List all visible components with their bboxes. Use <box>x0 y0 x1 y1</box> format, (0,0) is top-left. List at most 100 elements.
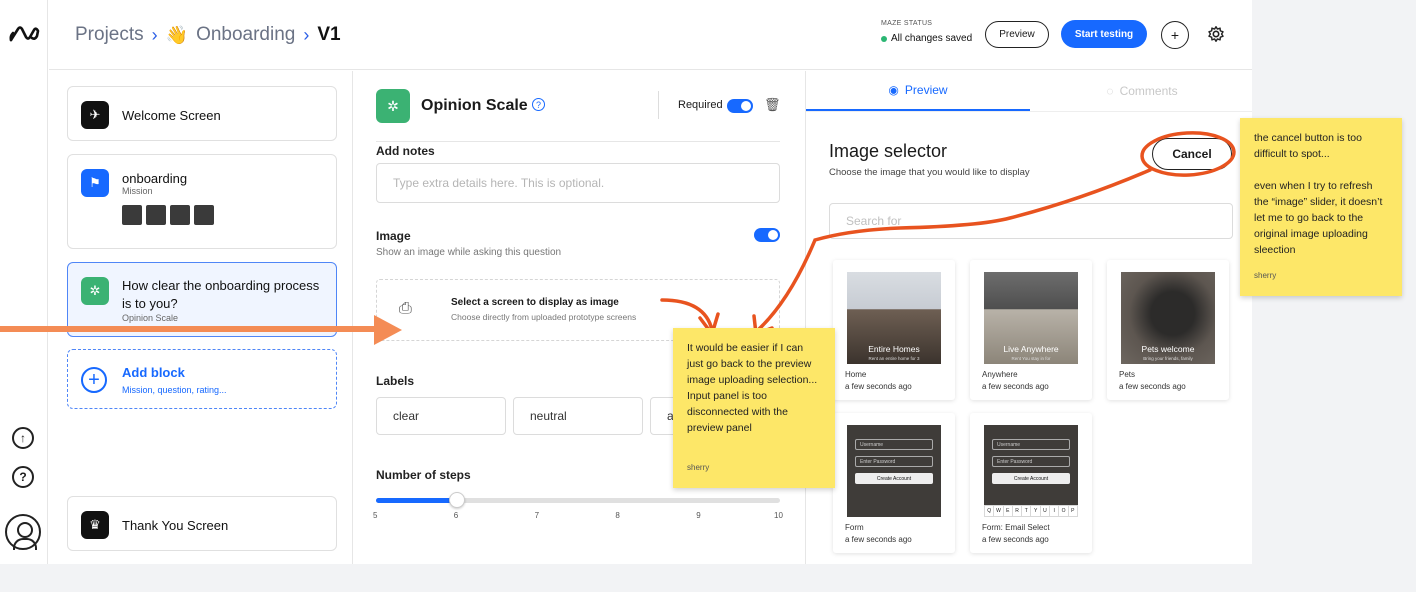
add-button[interactable]: + <box>1161 21 1189 49</box>
form-button: Create Account <box>992 473 1070 484</box>
keyboard-key: I <box>1050 506 1059 516</box>
thumbnail <box>194 205 214 225</box>
tile-caption-sub: Rent an entire home for 3 <box>868 356 920 361</box>
tab-preview[interactable]: ◉ Preview <box>806 71 1030 111</box>
notes-input[interactable]: Type extra details here. This is optiona… <box>376 163 780 203</box>
form-button: Create Account <box>855 473 933 484</box>
trash-icon[interactable]: 🗑 <box>764 97 781 113</box>
keyboard-key: T <box>1022 506 1031 516</box>
annotation-arrow <box>0 326 378 332</box>
stars-icon: ✲ <box>376 89 410 123</box>
form-field: Enter Password <box>992 456 1070 467</box>
block-title: onboarding <box>122 171 188 186</box>
tile-image: Username Enter Password Create Account <box>847 425 941 517</box>
keyboard-key: P <box>1068 506 1077 516</box>
sticky-note-right: the cancel button is too difficult to sp… <box>1240 118 1402 296</box>
slider-handle[interactable] <box>448 492 465 508</box>
tab-label: Preview <box>904 83 948 97</box>
image-tile-home[interactable]: Entire Homes Rent an entire home for 3 H… <box>833 260 955 400</box>
maze-status: MAZE STATUS All changes saved <box>881 20 972 44</box>
block-subtitle: Mission <box>122 186 153 196</box>
tile-caption: Entire Homes <box>868 344 920 354</box>
slider-fill <box>376 498 457 503</box>
required-toggle[interactable] <box>727 99 753 113</box>
slider-tick-label: 8 <box>615 511 620 520</box>
image-tile-anywhere[interactable]: Live Anywhere Rent You stay in for Anywh… <box>970 260 1092 400</box>
block-onboarding[interactable]: ⚑ onboarding Mission <box>67 154 337 249</box>
breadcrumb-projects[interactable]: Projects <box>75 24 144 46</box>
thumbnail <box>122 205 142 225</box>
start-testing-button[interactable]: Start testing <box>1061 20 1147 48</box>
add-block-button[interactable]: + Add block Mission, question, rating... <box>67 349 337 409</box>
thumbnail <box>170 205 190 225</box>
tile-caption-sub: Rent You stay in for <box>1011 356 1051 361</box>
block-welcome[interactable]: ✈ Welcome Screen <box>67 86 337 141</box>
tile-image: Entire Homes Rent an entire home for 3 <box>847 272 941 364</box>
breadcrumb: Projects › 👋 Onboarding › V1 <box>75 24 341 46</box>
image-selector-title: Image selector <box>829 141 948 161</box>
comment-icon: ◌ <box>1106 84 1114 98</box>
image-toggle[interactable] <box>754 228 780 242</box>
maze-logo-icon[interactable] <box>8 24 40 44</box>
status-value: All changes saved <box>881 33 972 44</box>
tile-name: Pets <box>1119 370 1136 379</box>
block-thankyou[interactable]: ♛ Thank You Screen <box>67 496 337 551</box>
labels-label: Labels <box>376 374 415 388</box>
keyboard-key: R <box>1012 506 1022 516</box>
add-block-subtitle: Mission, question, rating... <box>122 385 227 395</box>
tile-date: a few seconds ago <box>1119 382 1186 391</box>
divider <box>376 141 780 142</box>
slider-tick-label: 7 <box>534 511 540 520</box>
plus-circle-icon: + <box>81 367 107 393</box>
preview-button[interactable]: Preview <box>985 21 1049 48</box>
keyboard-key: Q <box>985 506 994 516</box>
thumbnail <box>146 205 166 225</box>
stars-icon: ✲ <box>81 277 109 305</box>
note-text-2: even when I try to refresh the “image” s… <box>1254 180 1383 256</box>
chevron-right-icon: › <box>303 24 310 45</box>
steps-slider[interactable] <box>376 492 780 508</box>
slider-tick-label: 9 <box>696 511 701 520</box>
image-sublabel: Show an image while asking this question <box>376 247 562 258</box>
help-icon[interactable]: ? <box>532 98 545 111</box>
gear-icon[interactable] <box>1207 25 1225 43</box>
label-input-2[interactable]: neutral <box>513 397 643 435</box>
cancel-button[interactable]: Cancel <box>1152 138 1232 170</box>
image-tile-form-email[interactable]: Username Enter Password Create Account Q… <box>970 413 1092 553</box>
tile-name: Anywhere <box>982 370 1018 379</box>
breadcrumb-onboarding[interactable]: Onboarding <box>196 24 295 46</box>
image-tile-form[interactable]: Username Enter Password Create Account F… <box>833 413 955 553</box>
breadcrumb-version: V1 <box>317 24 341 45</box>
upload-icon[interactable]: ↑ <box>12 427 34 449</box>
tile-caption: Live Anywhere <box>1003 344 1059 354</box>
block-title: Welcome Screen <box>122 108 221 123</box>
tile-date: a few seconds ago <box>982 535 1049 544</box>
blocks-panel: ✈ Welcome Screen ⚑ onboarding Mission ✲ … <box>49 71 353 564</box>
image-tile-pets[interactable]: Pets welcome Bring your friends, family … <box>1107 260 1229 400</box>
top-header: Projects › 👋 Onboarding › V1 MAZE STATUS… <box>49 0 1252 70</box>
note-text: It would be easier if I can just go back… <box>687 342 818 434</box>
status-dot-icon <box>881 35 887 42</box>
help-icon[interactable]: ? <box>12 466 34 488</box>
tile-caption: Pets welcome <box>1141 344 1195 354</box>
tab-comments[interactable]: ◌ Comments <box>1030 71 1252 111</box>
label-input-1[interactable]: clear <box>376 397 506 435</box>
editor-title: Opinion Scale <box>421 97 528 114</box>
divider <box>658 91 659 119</box>
tab-label: Comments <box>1119 84 1178 98</box>
keyboard-key: Y <box>1031 506 1040 516</box>
block-subtitle: Opinion Scale <box>122 313 179 323</box>
tile-caption-sub: Bring your friends, family <box>1143 356 1193 361</box>
note-text-1: the cancel button is too difficult to sp… <box>1254 132 1362 160</box>
tile-name: Form: Email Select <box>982 523 1050 532</box>
search-input[interactable]: Search for <box>829 203 1233 239</box>
avatar-icon[interactable] <box>5 514 41 550</box>
select-screen-title: Select a screen to display as image <box>451 297 619 308</box>
required-label: Required <box>678 99 723 111</box>
left-rail: ↑ ? <box>0 0 48 564</box>
editor-panel: ✲ Opinion Scale ? Required 🗑 Add notes T… <box>354 71 804 564</box>
keyboard-key: U <box>1040 506 1050 516</box>
form-field: Username <box>855 439 933 450</box>
select-screen-subtitle: Choose directly from uploaded prototype … <box>451 312 637 322</box>
keyboard-row: QWERTYUIOP <box>984 505 1078 517</box>
